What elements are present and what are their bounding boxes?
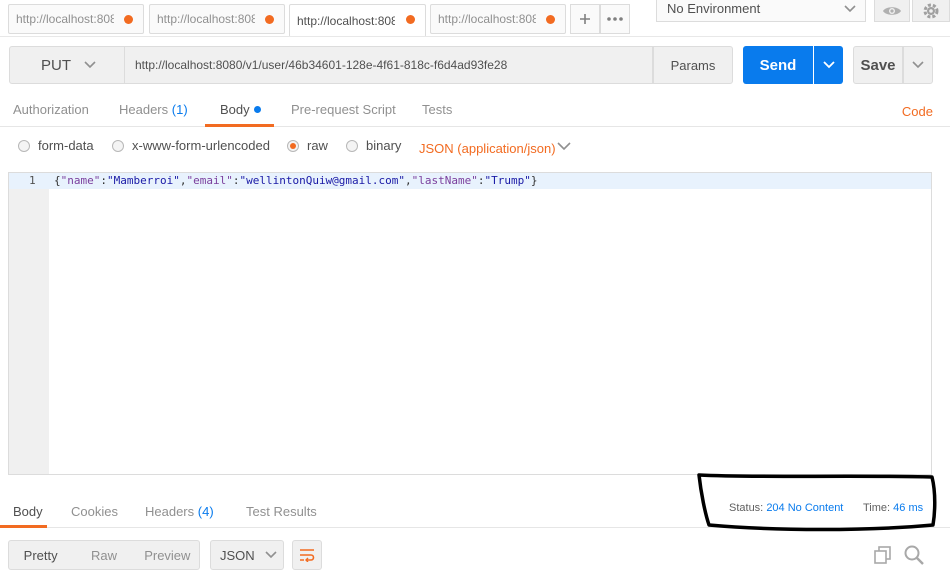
unsaved-dot-icon bbox=[124, 15, 133, 24]
unsaved-dot-icon bbox=[265, 15, 274, 24]
hand-drawn-highlight-box bbox=[697, 473, 937, 532]
active-tab-indicator bbox=[0, 525, 47, 528]
chevron-down-icon bbox=[843, 0, 857, 23]
json-value: "Mamberroi" bbox=[107, 174, 180, 187]
view-raw-button[interactable]: Raw bbox=[72, 541, 135, 569]
radio-label: binary bbox=[366, 138, 402, 153]
response-tab-body[interactable]: Body bbox=[13, 504, 43, 519]
eye-icon bbox=[883, 6, 901, 15]
line-number: 1 bbox=[29, 174, 36, 187]
response-tab-headers[interactable]: Headers (4) bbox=[145, 504, 214, 519]
request-tab-2[interactable]: http://localhost:808 bbox=[149, 4, 285, 34]
tab-headers[interactable]: Headers (1) bbox=[119, 102, 188, 117]
plus-icon bbox=[580, 14, 590, 24]
request-tab-bar: http://localhost:808 http://localhost:80… bbox=[0, 0, 950, 38]
manage-environments-button[interactable] bbox=[912, 0, 950, 22]
request-tab-label: http://localhost:808 bbox=[297, 14, 395, 28]
environment-value: No Environment bbox=[667, 1, 761, 16]
body-mode-selector: form-data x-www-form-urlencoded raw bina… bbox=[0, 136, 950, 160]
radio-circle bbox=[346, 139, 358, 152]
gear-icon bbox=[923, 3, 939, 18]
response-tab-test-results[interactable]: Test Results bbox=[246, 504, 317, 519]
json-key: "name" bbox=[60, 174, 101, 187]
radio-label: raw bbox=[307, 138, 328, 153]
divider bbox=[0, 36, 950, 37]
radio-label: x-www-form-urlencoded bbox=[132, 138, 270, 153]
tab-options-button[interactable] bbox=[600, 4, 630, 34]
json-value: "wellintonQuiw@gmail.com" bbox=[239, 174, 406, 187]
params-button[interactable]: Params bbox=[653, 46, 733, 84]
json-punct: } bbox=[530, 174, 538, 187]
radio-circle bbox=[18, 139, 30, 152]
request-section-tabs: Authorization Headers (1) Body Pre-reque… bbox=[0, 96, 950, 127]
format-value: JSON bbox=[220, 547, 255, 563]
chevron-down-icon bbox=[84, 57, 96, 74]
postman-window: http://localhost:808 http://localhost:80… bbox=[0, 0, 950, 570]
chevron-down-icon bbox=[265, 548, 277, 563]
request-tab-label: http://localhost:808 bbox=[157, 12, 255, 26]
more-icon bbox=[607, 17, 623, 21]
json-punct: : bbox=[100, 174, 107, 187]
request-tab-3-active[interactable]: http://localhost:808 bbox=[289, 4, 426, 37]
tab-pre-request-script[interactable]: Pre-request Script bbox=[291, 102, 396, 117]
json-punct: { bbox=[54, 174, 61, 187]
json-value: "Trump" bbox=[484, 174, 531, 187]
new-tab-button[interactable] bbox=[570, 4, 600, 34]
chevron-down-icon bbox=[912, 61, 924, 69]
chevron-down-icon[interactable] bbox=[557, 140, 571, 155]
body-editor[interactable]: 1 {"name":"Mamberroi","email":"wellinton… bbox=[8, 172, 932, 475]
request-tab-4[interactable]: http://localhost:808 bbox=[430, 4, 566, 34]
url-input[interactable]: http://localhost:8080/v1/user/46b34601-1… bbox=[125, 46, 653, 84]
send-button[interactable]: Send bbox=[743, 46, 813, 84]
search-icon[interactable] bbox=[904, 545, 924, 568]
method-select[interactable]: PUT bbox=[9, 46, 125, 84]
unsaved-dot-icon bbox=[406, 15, 415, 24]
active-tab-indicator bbox=[205, 124, 274, 127]
json-key: "email" bbox=[186, 174, 233, 187]
unsaved-dot-icon bbox=[546, 15, 555, 24]
response-tab-cookies[interactable]: Cookies bbox=[71, 504, 118, 519]
json-punct: , bbox=[405, 174, 412, 187]
json-key: "lastName" bbox=[411, 174, 478, 187]
response-headers-count: (4) bbox=[197, 504, 214, 519]
modified-dot-icon bbox=[253, 106, 261, 113]
wrap-icon bbox=[300, 549, 315, 562]
response-format-select[interactable]: JSON bbox=[210, 540, 284, 570]
content-type-select[interactable]: JSON (application/json) bbox=[419, 141, 556, 156]
copy-icon[interactable] bbox=[874, 546, 892, 567]
wrap-lines-button[interactable] bbox=[292, 540, 322, 570]
radio-form-data[interactable]: form-data bbox=[18, 138, 94, 153]
tab-tests[interactable]: Tests bbox=[422, 102, 452, 117]
radio-urlencoded[interactable]: x-www-form-urlencoded bbox=[112, 138, 270, 153]
editor-gutter bbox=[9, 173, 49, 474]
view-pretty-button[interactable]: Pretty bbox=[9, 541, 72, 569]
response-view-mode: Pretty Raw Preview bbox=[8, 540, 200, 570]
radio-raw[interactable]: raw bbox=[287, 138, 328, 153]
tab-body[interactable]: Body bbox=[220, 102, 261, 117]
save-options-button[interactable] bbox=[903, 46, 933, 84]
environment-quick-look-button[interactable] bbox=[874, 0, 910, 22]
generate-code-link[interactable]: Code bbox=[902, 104, 933, 119]
save-button[interactable]: Save bbox=[853, 46, 903, 84]
radio-circle-selected bbox=[287, 139, 299, 152]
headers-count: (1) bbox=[171, 102, 188, 117]
tab-body-label: Body bbox=[220, 102, 250, 117]
code-line[interactable]: {"name":"Mamberroi","email":"wellintonQu… bbox=[54, 174, 538, 187]
view-preview-button[interactable]: Preview bbox=[136, 541, 199, 569]
method-value: PUT bbox=[41, 56, 71, 74]
tab-authorization[interactable]: Authorization bbox=[13, 102, 89, 117]
response-tab-headers-label: Headers bbox=[145, 504, 195, 519]
request-tab-label: http://localhost:808 bbox=[16, 12, 114, 26]
radio-binary[interactable]: binary bbox=[346, 138, 401, 153]
request-tab-1[interactable]: http://localhost:808 bbox=[8, 4, 144, 34]
chevron-down-icon bbox=[822, 61, 835, 69]
environment-select[interactable]: No Environment bbox=[656, 0, 866, 22]
send-options-button[interactable] bbox=[814, 46, 843, 84]
radio-circle bbox=[112, 139, 124, 152]
radio-label: form-data bbox=[38, 138, 94, 153]
request-tab-label: http://localhost:808 bbox=[438, 12, 536, 26]
tab-headers-label: Headers bbox=[119, 102, 169, 117]
json-punct: : bbox=[477, 174, 485, 187]
